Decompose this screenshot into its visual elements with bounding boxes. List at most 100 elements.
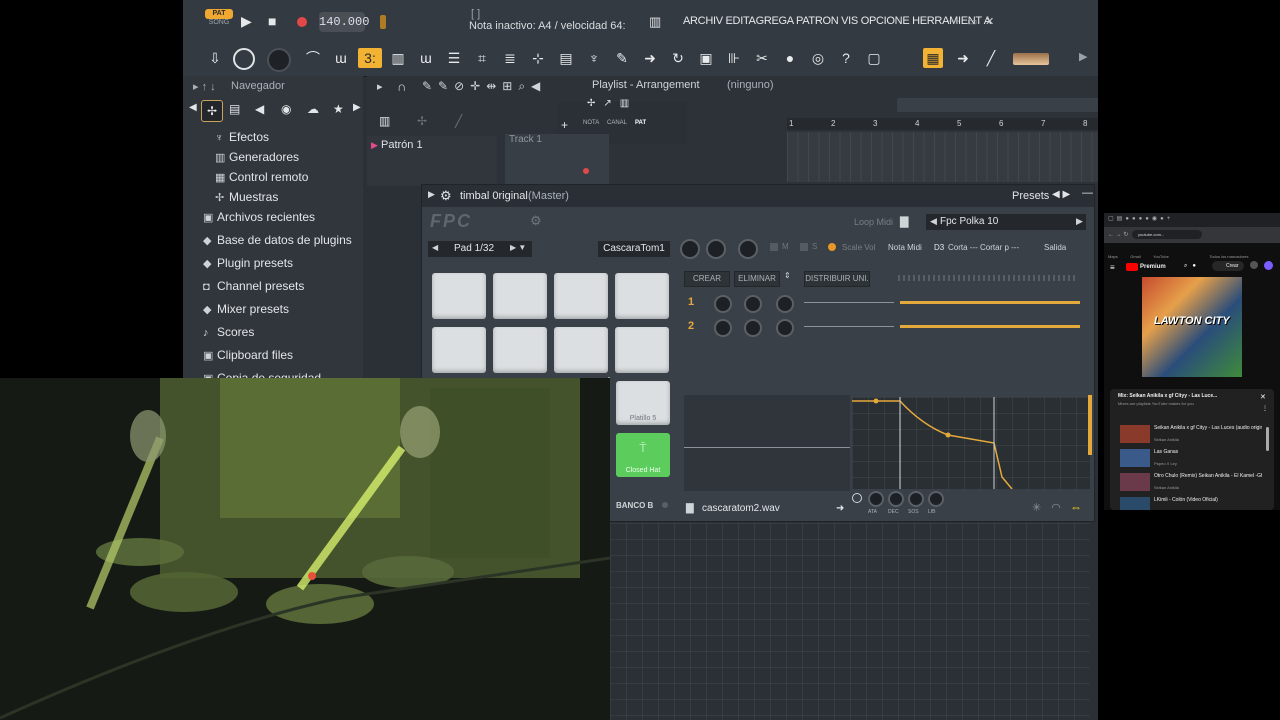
more-icon[interactable]: ⋮ [1262, 405, 1268, 412]
fpc-settings-icon[interactable]: ⚙ [530, 213, 542, 229]
pencil-icon[interactable]: ╱ [981, 48, 1001, 68]
plug-icon[interactable]: ♆ [584, 48, 604, 68]
browser-item[interactable]: ◘ Channel presets [203, 275, 304, 297]
chat-icon[interactable]: ◎ [808, 48, 828, 68]
browser-tab-icons[interactable]: ▢▤●●●●◉●+ [1108, 215, 1173, 222]
envelope-knob[interactable] [888, 491, 904, 507]
mix-track-item[interactable]: Otro Chulo (Remix) Seikan Anikila - El K… [1114, 471, 1264, 493]
list-icon[interactable]: ≣ [500, 48, 520, 68]
download-icon[interactable]: ⇩ [205, 48, 225, 68]
pad-next-icon[interactable]: ▶ ▼ [510, 243, 526, 252]
layer-knob[interactable] [744, 295, 762, 313]
layer-knob[interactable] [776, 295, 794, 313]
paste-icon[interactable]: ▤ [556, 48, 576, 68]
pad-pan-knob[interactable] [706, 239, 726, 259]
scissors-icon[interactable]: ✂ [752, 48, 772, 68]
main-menu[interactable]: ARCHIV EDITAGREGA PATRON VIS OPCIONE HER… [683, 15, 991, 27]
mixer-icon[interactable]: ⊪ [724, 48, 744, 68]
envelope-knob[interactable] [908, 491, 924, 507]
sample-tool-icons[interactable]: ✳◠ [1032, 501, 1071, 514]
keyboard-icon[interactable]: ▥ [649, 14, 661, 30]
cut-group-label[interactable]: Corta --- Cortar p --- [948, 243, 1019, 252]
layer-range-bar[interactable] [900, 301, 1080, 304]
close-icon[interactable]: ✕ [985, 15, 994, 28]
save-icon[interactable]: ▣ [696, 48, 716, 68]
browser-item[interactable]: ♪ Scores [203, 321, 254, 343]
banco-label[interactable]: BANCO B [616, 501, 653, 510]
layer-knob[interactable] [714, 295, 732, 313]
close-mix-icon[interactable]: ✕ [1260, 393, 1266, 401]
playlist-grid[interactable] [787, 132, 1098, 182]
salida-label[interactable]: Salida [1044, 243, 1066, 252]
drum-pad[interactable] [432, 327, 486, 373]
playlist-tool-icons[interactable]: ✎✎⊘✛⇹⊞⌕◀ [422, 79, 546, 94]
layer-range-bar[interactable] [900, 325, 1080, 328]
address-field[interactable]: youtube.com... [1132, 230, 1202, 239]
pad-prev-icon[interactable]: ◀ [432, 243, 438, 252]
pad-closed-hat[interactable]: ⍑ Closed Hat [616, 433, 670, 477]
mute-led[interactable] [770, 243, 778, 251]
step-seq-icon[interactable]: ▦ [923, 48, 943, 68]
snap-icon[interactable]: ⌒ [303, 48, 323, 68]
envelope-knob[interactable] [868, 491, 884, 507]
play-icon[interactable]: ▶ [241, 13, 252, 30]
folder-icon[interactable]: ▇ [900, 215, 908, 228]
drum-pad[interactable] [554, 273, 608, 319]
loop-icon[interactable]: ↻ [668, 48, 688, 68]
scale-vol-led[interactable] [828, 243, 836, 251]
swap-icon[interactable]: ⇔ [1070, 500, 1082, 514]
drum-pad[interactable] [615, 273, 669, 319]
pattern-item[interactable]: Patrón 1 [381, 139, 423, 151]
help-icon[interactable]: ? [836, 48, 856, 68]
file-tab-icon[interactable]: ▤ [229, 102, 240, 116]
tabs-right-icon[interactable]: ▶ [353, 102, 361, 113]
record-icon[interactable] [297, 17, 307, 27]
pad-platillo[interactable]: Platillo 5 [616, 381, 670, 425]
mix-track-item[interactable]: Las Ganas Papeo X Ley [1114, 447, 1264, 469]
sample-folder-icon[interactable]: ▇ [686, 503, 694, 514]
pad-volume-knob[interactable] [680, 239, 700, 259]
scroll-right-icon[interactable]: ▶ [1079, 50, 1087, 63]
drum-pad[interactable] [615, 327, 669, 373]
bookmark-gmail[interactable]: Gmail [1130, 254, 1140, 259]
track-record-led[interactable] [583, 168, 589, 174]
metronome-icon[interactable] [380, 15, 386, 29]
stop-icon[interactable]: ■ [268, 13, 276, 29]
sliders-icon[interactable]: ☰ [444, 48, 464, 68]
piano-roll-icon[interactable]: ▥ [388, 48, 408, 68]
layer-updown-icon[interactable]: ⇕ [784, 271, 791, 280]
bookmark-maps[interactable]: Maps [1108, 254, 1118, 259]
layer-knob[interactable] [776, 319, 794, 337]
maximize-icon[interactable]: ▭ [967, 15, 977, 28]
pad-name-field[interactable]: CascaraTom1 [598, 241, 670, 257]
mix-scrollbar[interactable] [1266, 427, 1269, 451]
browser-item[interactable]: ▣ Archivos recientes [203, 206, 315, 228]
browser-nav-arrows[interactable]: ▸ ↑ ↓ [193, 80, 216, 93]
tree-icon[interactable]: ⊹ [528, 48, 548, 68]
wave-icon[interactable]: ɯ [416, 48, 436, 68]
all-tab-icon[interactable]: ✢ [201, 100, 223, 122]
browser-item[interactable]: ▥ Generadores [215, 146, 299, 168]
preset-selector[interactable]: ◀ Fpc Polka 10 ▶ [926, 214, 1086, 230]
crear-button[interactable]: CREAR [684, 271, 730, 287]
eliminar-button[interactable]: ELIMINAR [734, 271, 780, 287]
preset-prev-icon[interactable]: ◀ [930, 216, 937, 227]
tabs-left-icon[interactable]: ◀ [189, 102, 197, 113]
layer-knob[interactable] [744, 319, 762, 337]
gear-icon[interactable]: ⚙ [440, 188, 452, 204]
browser-item[interactable]: ◆ Base de datos de plugins [203, 229, 352, 251]
brush-icon[interactable]: ✎ [612, 48, 632, 68]
fpc-minimize-icon[interactable]: — [1082, 187, 1093, 199]
notifications-icon[interactable] [1250, 261, 1258, 269]
next-arrow-icon[interactable]: ➜ [953, 48, 973, 68]
track-header[interactable]: Track 1 [505, 134, 609, 186]
minimize-icon[interactable]: — [948, 15, 959, 27]
playlist-arrow-icon[interactable]: ▸ [377, 80, 383, 93]
sample-file-name[interactable]: cascaratom2.wav [702, 503, 780, 514]
fpc-scrollbar[interactable] [1088, 395, 1092, 455]
envelope-knob[interactable] [928, 491, 944, 507]
drum-pad[interactable] [432, 273, 486, 319]
yt-header-icons[interactable]: ⌕● [1184, 263, 1201, 270]
fpc-arrow-icon[interactable]: ▶ [428, 189, 435, 200]
video-thumbnail[interactable]: LAWTON CITY [1142, 277, 1242, 377]
